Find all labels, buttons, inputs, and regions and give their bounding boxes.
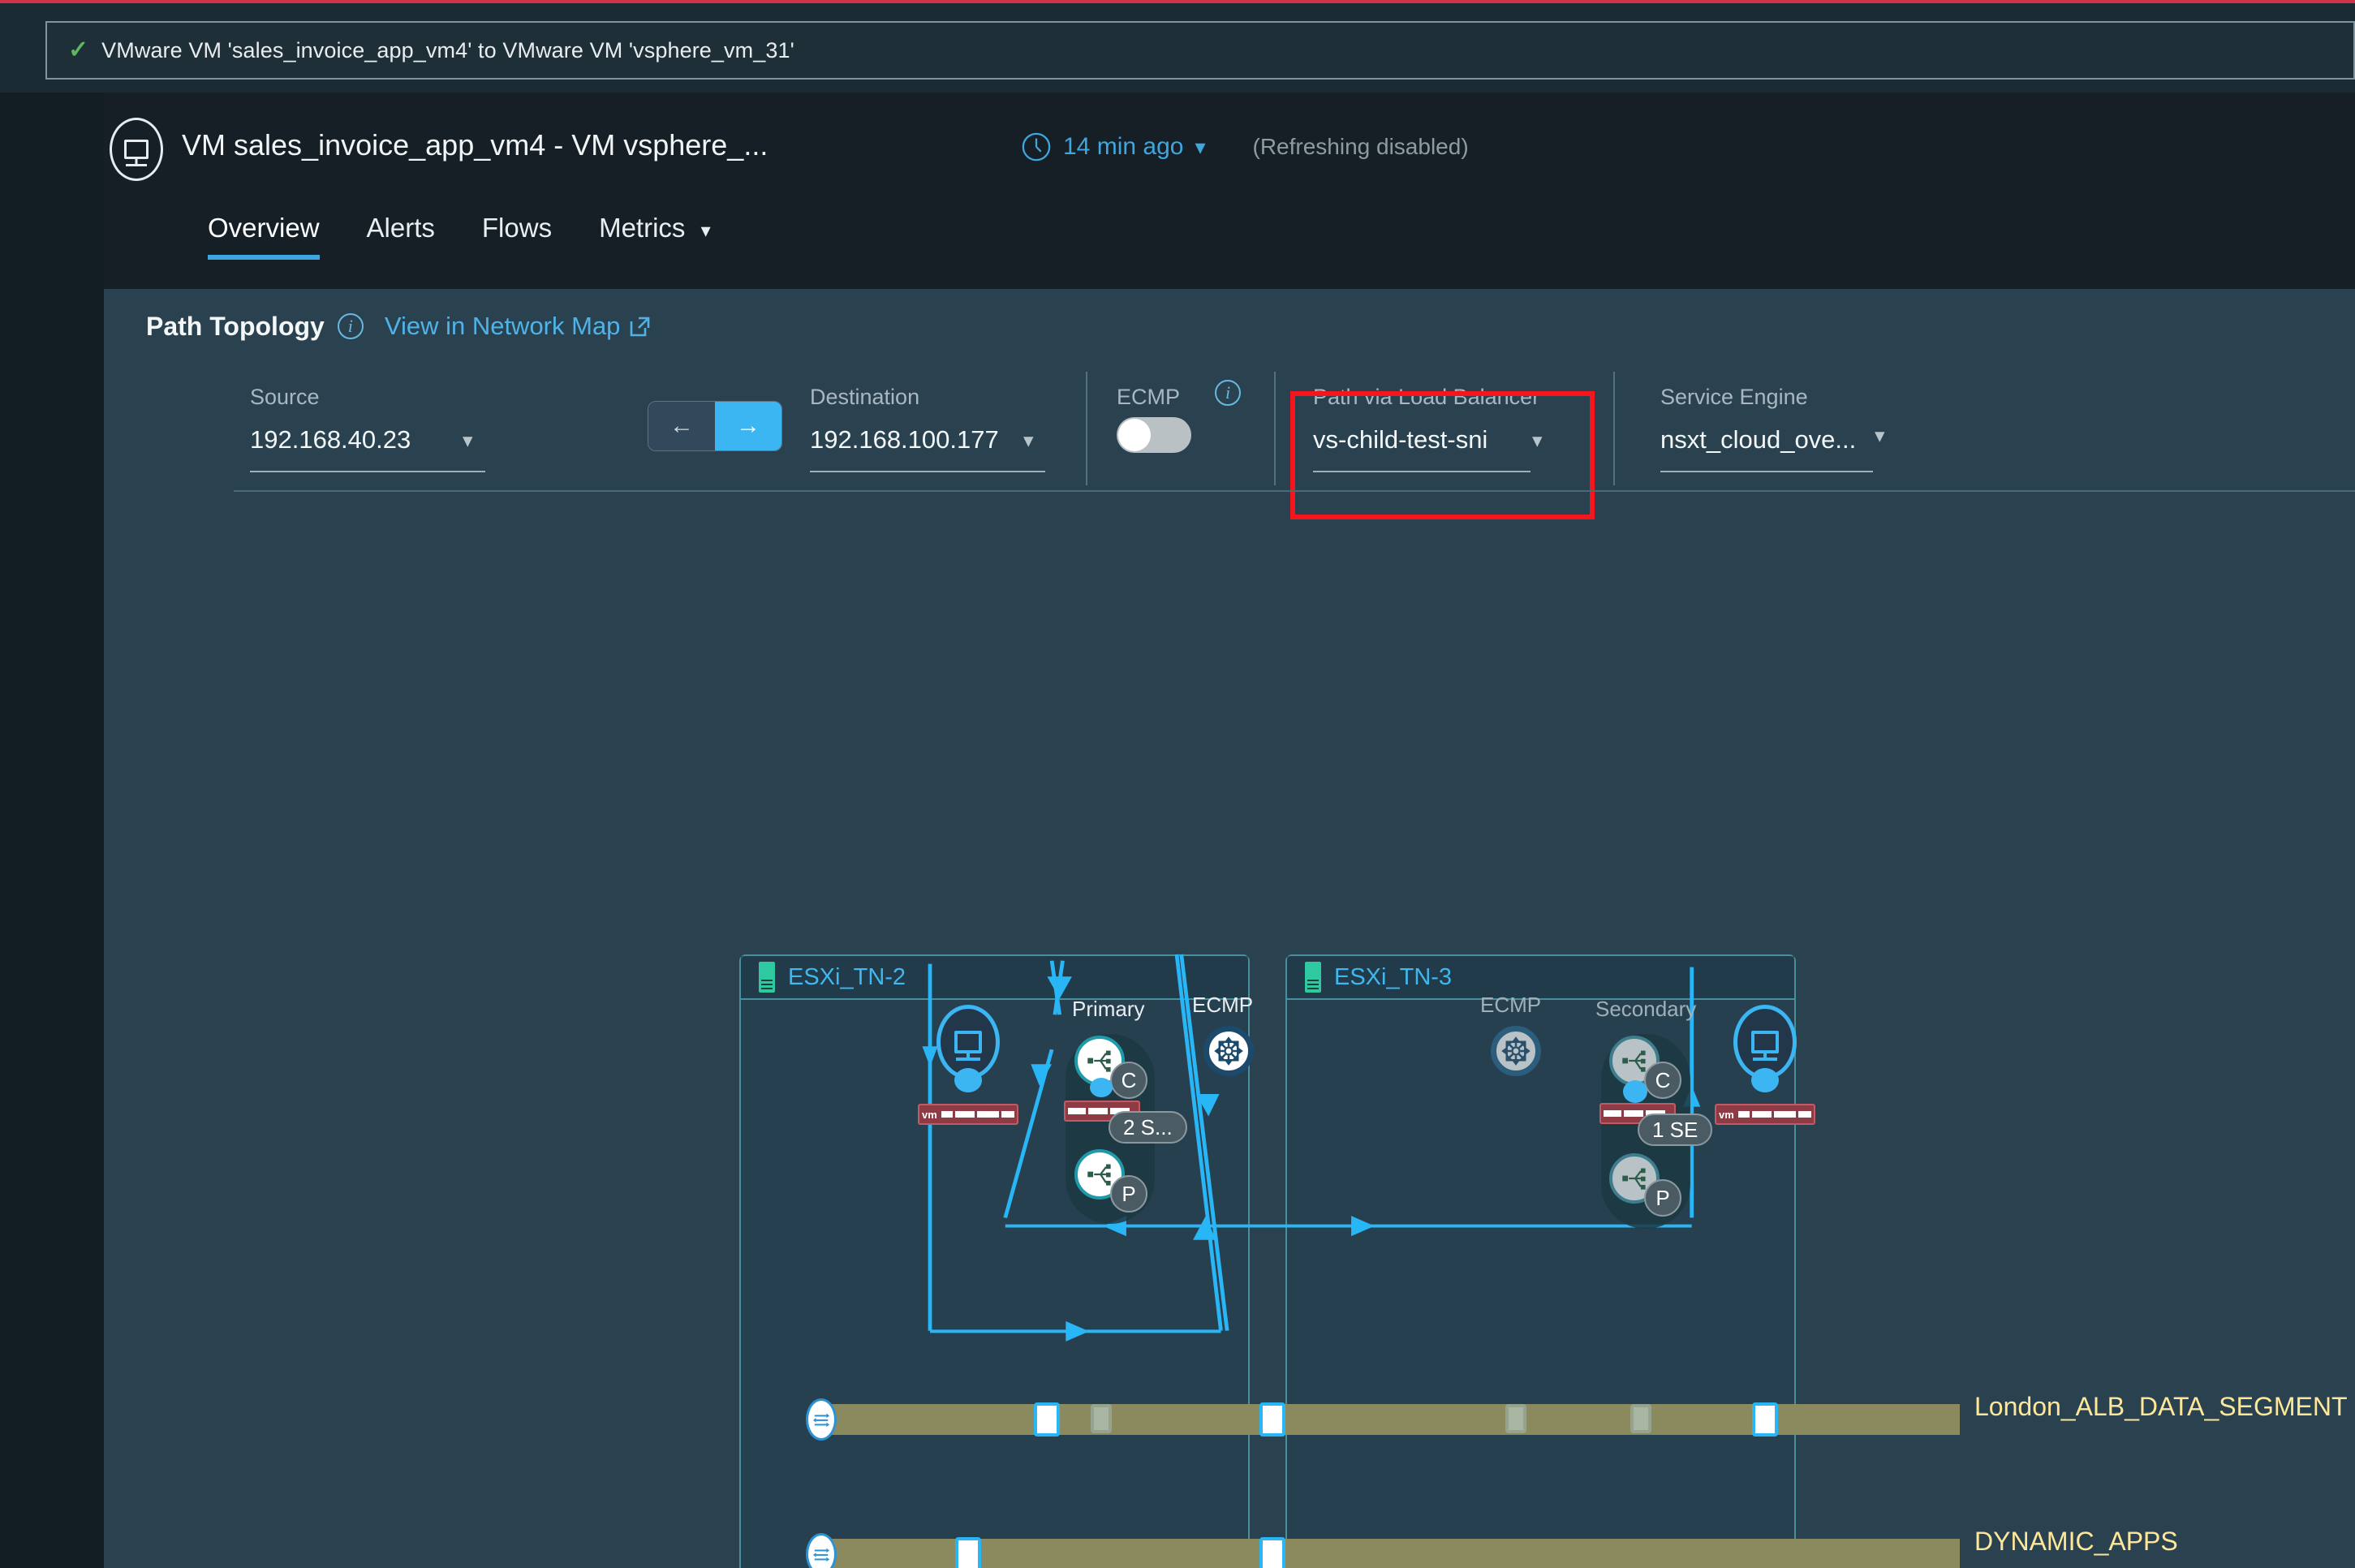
- segment-label-london-alb-data: London_ALB_DATA_SEGMENT: [1974, 1392, 2348, 1421]
- segment-port-active[interactable]: [1752, 1402, 1778, 1437]
- se-count-badge-right: 1 SE: [1638, 1114, 1713, 1146]
- segment-bar-london-alb-data[interactable]: [812, 1404, 1960, 1435]
- controls-bottom-rule: [234, 490, 2355, 492]
- path-topology-panel: Path Topology i View in Network Map Sour…: [104, 289, 2355, 1568]
- ecmp-label: ECMP: [1117, 385, 1181, 409]
- segment-label-dynamic-apps: DYNAMIC_APPS: [1974, 1527, 2178, 1556]
- badge-secondary-p: P: [1644, 1179, 1681, 1217]
- banner-text: VMware VM 'sales_invoice_app_vm4' to VMw…: [101, 37, 794, 62]
- topology-diagram: ESXi_TN-2 ESXi_TN-3 London_ALB_DATA_SEGM…: [104, 532, 2355, 1568]
- tab-bar: Overview Alerts Flows Metrics ▾: [208, 213, 758, 260]
- segment-port-inactive[interactable]: [1505, 1404, 1526, 1433]
- load-balancer-highlight: [1290, 391, 1595, 519]
- header-region: VM sales_invoice_app_vm4 - VM vsphere_..…: [104, 93, 2355, 289]
- left-rail: [0, 93, 104, 1568]
- service-engine-value: nsxt_cloud_ove...: [1660, 425, 1857, 454]
- load-balancer-value: vs-child-test-sni: [1313, 425, 1488, 454]
- server-icon: [1305, 962, 1321, 993]
- segment-port-inactive[interactable]: [1630, 1404, 1651, 1433]
- panel-header: Path Topology i View in Network Map: [104, 289, 2355, 364]
- tab-overview[interactable]: Overview: [208, 213, 320, 260]
- load-balancer-icon: [1087, 1050, 1111, 1072]
- status-banner: ✓ VMware VM 'sales_invoice_app_vm4' to V…: [45, 21, 2355, 80]
- source-value: 192.168.40.23: [250, 425, 411, 454]
- ecmp-right-label: ECMP: [1480, 993, 1542, 1017]
- badge-secondary-c: C: [1644, 1062, 1681, 1099]
- secondary-label: Secondary: [1595, 997, 1697, 1021]
- refresh-status: (Refreshing disabled): [1252, 134, 1469, 159]
- tab-flows[interactable]: Flows: [482, 213, 552, 260]
- source-label: Source: [250, 385, 320, 409]
- badge-primary-c: C: [1110, 1062, 1147, 1099]
- segment-port-active[interactable]: [1259, 1402, 1285, 1437]
- vm-connector-dot: [954, 1068, 982, 1092]
- banner-region: ✓ VMware VM 'sales_invoice_app_vm4' to V…: [0, 3, 2355, 93]
- chevron-down-icon: ▾: [1875, 424, 1885, 447]
- page-title: VM sales_invoice_app_vm4 - VM vsphere_..…: [182, 128, 768, 162]
- badge-primary-p: P: [1110, 1175, 1147, 1213]
- arrow-left-icon[interactable]: ←: [648, 402, 715, 450]
- segment-bar-dynamic-apps[interactable]: [812, 1539, 1960, 1568]
- tab-flows-label: Flows: [481, 213, 553, 243]
- tab-metrics[interactable]: Metrics ▾: [599, 213, 711, 260]
- clock-icon: [1022, 132, 1051, 162]
- check-icon: ✓: [68, 37, 89, 63]
- host-header: ESXi_TN-2: [741, 956, 1248, 1000]
- load-balancer-icon: [1087, 1164, 1111, 1186]
- tab-alerts-label: Alerts: [366, 213, 435, 243]
- load-balancer-label: Path via Load Balancer: [1313, 385, 1540, 409]
- se-count-badge-left: 2 S...: [1109, 1111, 1187, 1144]
- chevron-down-icon: ▾: [1023, 429, 1034, 452]
- lb-connector-dot: [1090, 1078, 1113, 1097]
- ecmp-left-label: ECMP: [1192, 993, 1254, 1017]
- view-in-network-map-label: View in Network Map: [384, 312, 621, 340]
- primary-label: Primary: [1072, 997, 1145, 1021]
- vm-monitor-icon: [110, 118, 163, 181]
- server-icon: [759, 962, 775, 993]
- time-range-selector[interactable]: 14 min ago ▾ (Refreshing disabled): [1021, 131, 1469, 162]
- load-balancer-icon: [1622, 1050, 1646, 1072]
- vm-tag-badge: vm: [918, 1104, 1018, 1125]
- chevron-down-icon: ▾: [700, 220, 711, 242]
- arrow-right-icon[interactable]: →: [715, 402, 781, 450]
- external-link-icon: [631, 317, 650, 337]
- control-divider: [1274, 372, 1276, 485]
- node-ecmp-right[interactable]: [1491, 1026, 1541, 1076]
- segment-port-active[interactable]: [1259, 1537, 1285, 1568]
- segment-icon: [806, 1533, 837, 1568]
- segment-port-active[interactable]: [1034, 1402, 1060, 1437]
- ecmp-icon: [1501, 1036, 1531, 1066]
- destination-value: 192.168.100.177: [810, 425, 999, 454]
- ecmp-toggle[interactable]: [1117, 417, 1191, 453]
- segment-port-active[interactable]: [955, 1537, 981, 1568]
- vm-tag-badge: vm: [1715, 1104, 1815, 1125]
- segment-icon: [806, 1398, 837, 1441]
- chevron-down-icon: ▾: [1195, 134, 1206, 159]
- ecmp-icon: [1214, 1036, 1243, 1066]
- segment-port-inactive[interactable]: [1091, 1404, 1112, 1433]
- load-balancer-icon: [1622, 1168, 1646, 1190]
- tab-overview-label: Overview: [208, 213, 320, 243]
- direction-toggle[interactable]: ← →: [648, 401, 782, 451]
- node-ecmp-left[interactable]: [1203, 1026, 1254, 1076]
- tab-metrics-label: Metrics: [599, 213, 686, 243]
- view-in-network-map-link[interactable]: View in Network Map: [385, 312, 652, 341]
- destination-label: Destination: [810, 385, 920, 409]
- tab-alerts[interactable]: Alerts: [367, 213, 435, 260]
- filter-controls: Source 192.168.40.23 ▾ ← → Destination 1…: [234, 367, 2355, 519]
- host-name-label: ESXi_TN-3: [1334, 963, 1453, 990]
- service-engine-label: Service Engine: [1660, 385, 1808, 409]
- time-label: 14 min ago: [1063, 133, 1184, 160]
- vm-connector-dot: [1751, 1068, 1779, 1092]
- control-divider: [1613, 372, 1615, 485]
- panel-title: Path Topology: [146, 311, 325, 341]
- host-name-label: ESXi_TN-2: [788, 963, 906, 990]
- info-icon[interactable]: i: [337, 313, 364, 339]
- chevron-down-icon: ▾: [1532, 429, 1543, 452]
- chevron-down-icon: ▾: [463, 429, 473, 452]
- control-divider: [1086, 372, 1087, 485]
- info-icon[interactable]: i: [1215, 380, 1241, 406]
- lb-connector-dot: [1623, 1080, 1647, 1103]
